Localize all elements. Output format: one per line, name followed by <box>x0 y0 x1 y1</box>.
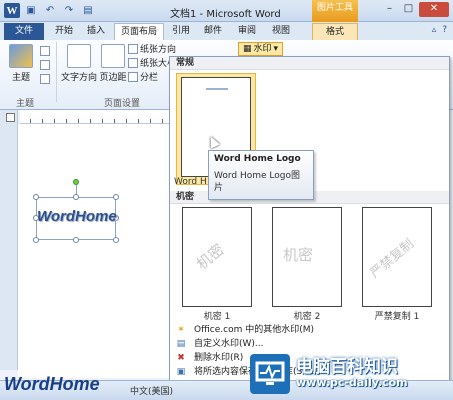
close-icon[interactable]: ✕ <box>419 2 449 17</box>
tab-mailings[interactable]: 邮件 <box>200 23 226 40</box>
tab-view[interactable]: 视图 <box>268 23 294 40</box>
resize-handle[interactable] <box>33 237 39 243</box>
save-gallery-icon: ▣ <box>176 367 186 377</box>
document-title: 文档1 - Microsoft Word <box>170 9 281 20</box>
document-page[interactable] <box>18 124 180 378</box>
tab-format[interactable]: 格式 <box>312 23 358 40</box>
wordart-text[interactable]: WordHome <box>37 208 117 225</box>
word-icon[interactable]: W <box>4 3 20 18</box>
maximize-icon[interactable]: □ <box>400 2 417 17</box>
themes-label: 主题 <box>11 73 30 83</box>
tab-insert[interactable]: 插入 <box>82 23 110 40</box>
status-language[interactable]: 中文(美国) <box>130 384 173 397</box>
resize-handle[interactable] <box>73 237 79 243</box>
text-direction-icon <box>67 44 91 68</box>
chevron-down-icon: ▾ <box>273 44 279 54</box>
theme-colors-icon[interactable] <box>40 46 50 56</box>
columns-icon <box>128 71 138 82</box>
orientation-label: 纸张方向 <box>140 45 177 55</box>
section-normal: 常规 <box>170 57 449 70</box>
tooltip-body: Word Home Logo图片 <box>214 171 301 193</box>
logo-preview <box>206 88 228 90</box>
orientation-button[interactable]: 纸张方向 <box>128 42 176 55</box>
menu-item-more-watermarks[interactable]: ✶ Office.com 中的其他水印(M) <box>170 323 449 337</box>
site-name: 电脑百科知识 <box>296 357 398 377</box>
gallery-item-confidential-2[interactable]: 机密 <box>272 207 342 307</box>
themes-group-label: 主题 <box>16 99 35 109</box>
site-url: www.pc-daily.com <box>296 376 408 389</box>
collapse-ribbon-icon[interactable]: ▵ <box>432 25 437 35</box>
help-controls: ▵ ? <box>432 25 447 35</box>
star-icon: ✶ <box>177 325 185 335</box>
resize-handle[interactable] <box>113 237 119 243</box>
help-icon[interactable]: ? <box>442 25 447 35</box>
page-setup-group-label: 页面设置 <box>104 99 141 109</box>
monitor-logo-icon <box>250 354 290 394</box>
columns-label: 分栏 <box>140 73 159 83</box>
rotation-handle[interactable] <box>73 179 79 185</box>
group-separator <box>56 42 57 102</box>
tab-page-layout[interactable]: 页面布局 <box>114 23 164 40</box>
watermark-preview-text: 机密 <box>193 240 228 274</box>
tab-references[interactable]: 引用 <box>168 23 194 40</box>
horizontal-ruler <box>20 110 180 124</box>
picture-tools-label: 图片工具 <box>312 0 358 22</box>
open-icon[interactable]: ▤ <box>80 3 96 18</box>
watermark-label: 水印 <box>253 44 272 54</box>
remove-icon: ✖ <box>177 353 185 363</box>
gallery-caption: 机密 2 <box>293 312 321 322</box>
minimize-icon[interactable]: – <box>381 2 398 17</box>
text-direction-button[interactable]: 文字方向 <box>60 44 98 83</box>
theme-effects-icon[interactable] <box>40 74 50 84</box>
margins-label: 页边距 <box>99 73 127 83</box>
menu-item-custom-watermark[interactable]: ▤ 自定义水印(W)... <box>170 337 449 351</box>
tooltip: Word Home Logo Word Home Logo图片 <box>208 150 314 200</box>
menu-item-label: Office.com 中的其他水印(M) <box>194 325 315 335</box>
vertical-ruler <box>0 110 18 370</box>
gallery-item-confidential-1[interactable]: 机密 <box>182 207 252 307</box>
menu-item-label: 自定义水印(W)... <box>194 339 264 349</box>
wordhome-logo: WordHome <box>4 374 100 394</box>
theme-fonts-icon[interactable] <box>40 60 50 70</box>
watermark-button[interactable]: ▦ 水印 ▾ <box>238 42 284 56</box>
margins-icon <box>101 44 125 68</box>
watermark-gallery: 常规 Word H 机密 机密 机密 1 机密 机密 2 严禁复制 严禁复制 1… <box>169 56 450 394</box>
menu-item-label: 删除水印(R) <box>194 353 244 363</box>
window-controls: – □ ✕ <box>381 2 449 17</box>
tab-review[interactable]: 审阅 <box>234 23 260 40</box>
gallery-caption: 严禁复制 1 <box>374 312 420 322</box>
tab-home[interactable]: 开始 <box>50 23 78 40</box>
document-icon: ▤ <box>176 339 186 349</box>
title-bar: W ▣ ↶ ↷ ▤ 文档1 - Microsoft Word 图片工具 – □ … <box>0 0 453 22</box>
columns-button[interactable]: 分栏 <box>128 70 158 83</box>
margins-button[interactable]: 页边距 <box>98 44 128 83</box>
themes-icon <box>9 44 33 68</box>
save-icon[interactable]: ▣ <box>23 3 39 18</box>
watermark-icon: ▦ <box>243 44 252 54</box>
redo-icon[interactable]: ↷ <box>61 3 77 18</box>
resize-handle[interactable] <box>73 194 79 200</box>
gallery-item-no-copy-1[interactable]: 严禁复制 <box>362 207 432 307</box>
resize-handle[interactable] <box>113 194 119 200</box>
site-watermark: 电脑百科知识 www.pc-daily.com <box>250 352 450 398</box>
tab-selector[interactable] <box>6 113 15 122</box>
text-direction-label: 文字方向 <box>60 73 97 83</box>
themes-button[interactable]: 主题 <box>6 44 36 83</box>
tab-file[interactable]: 文件 <box>4 23 44 40</box>
tooltip-title: Word Home Logo <box>214 154 301 164</box>
ribbon-tabs: 文件 开始 插入 页面布局 引用 邮件 审阅 视图 格式 <box>0 22 453 40</box>
watermark-preview-text: 机密 <box>283 246 314 264</box>
resize-handle[interactable] <box>33 194 39 200</box>
undo-icon[interactable]: ↶ <box>42 3 58 18</box>
orientation-icon <box>128 43 138 54</box>
gallery-caption: 机密 1 <box>203 312 231 322</box>
size-icon <box>128 57 138 68</box>
watermark-preview-text: 严禁复制 <box>367 236 418 282</box>
quick-access-toolbar: W ▣ ↶ ↷ ▤ <box>4 3 96 18</box>
